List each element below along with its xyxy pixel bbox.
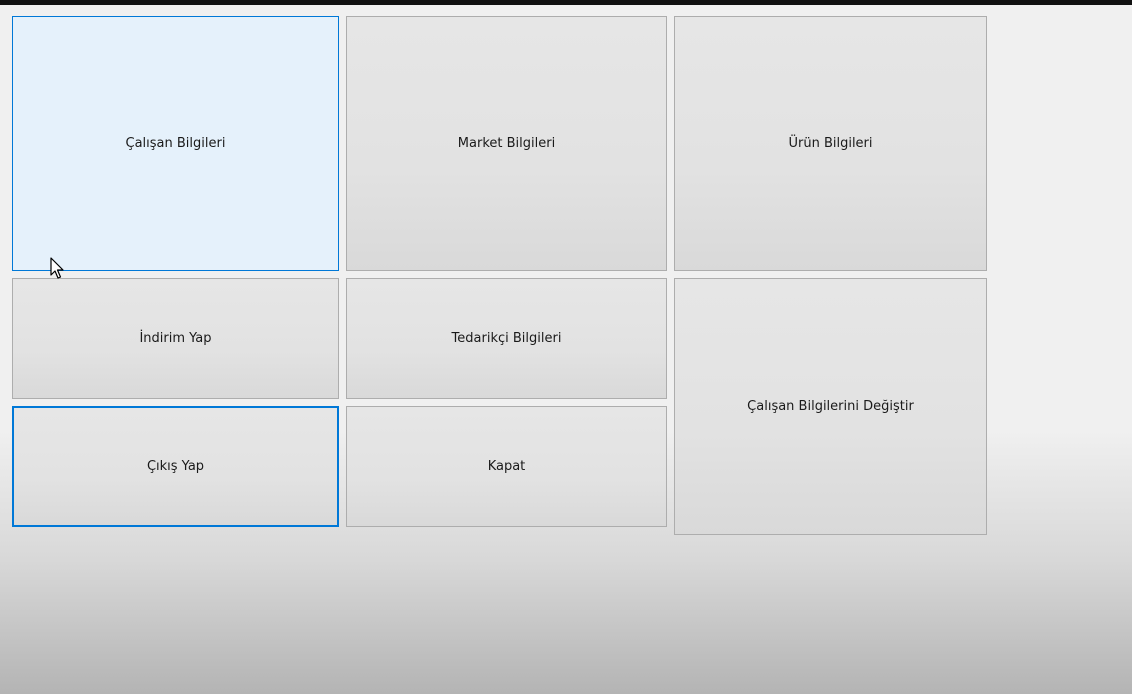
indirim-yap-button[interactable]: İndirim Yap — [12, 278, 339, 399]
calisan-bilgilerini-degistir-button[interactable]: Çalışan Bilgilerini Değiştir — [674, 278, 987, 535]
calisan-bilgileri-button[interactable]: Çalışan Bilgileri — [12, 16, 339, 271]
market-bilgileri-button[interactable]: Market Bilgileri — [346, 16, 667, 271]
urun-bilgileri-button[interactable]: Ürün Bilgileri — [674, 16, 987, 271]
cikis-yap-button[interactable]: Çıkış Yap — [12, 406, 339, 527]
kapat-button[interactable]: Kapat — [346, 406, 667, 527]
tedarikci-bilgileri-button[interactable]: Tedarikçi Bilgileri — [346, 278, 667, 399]
